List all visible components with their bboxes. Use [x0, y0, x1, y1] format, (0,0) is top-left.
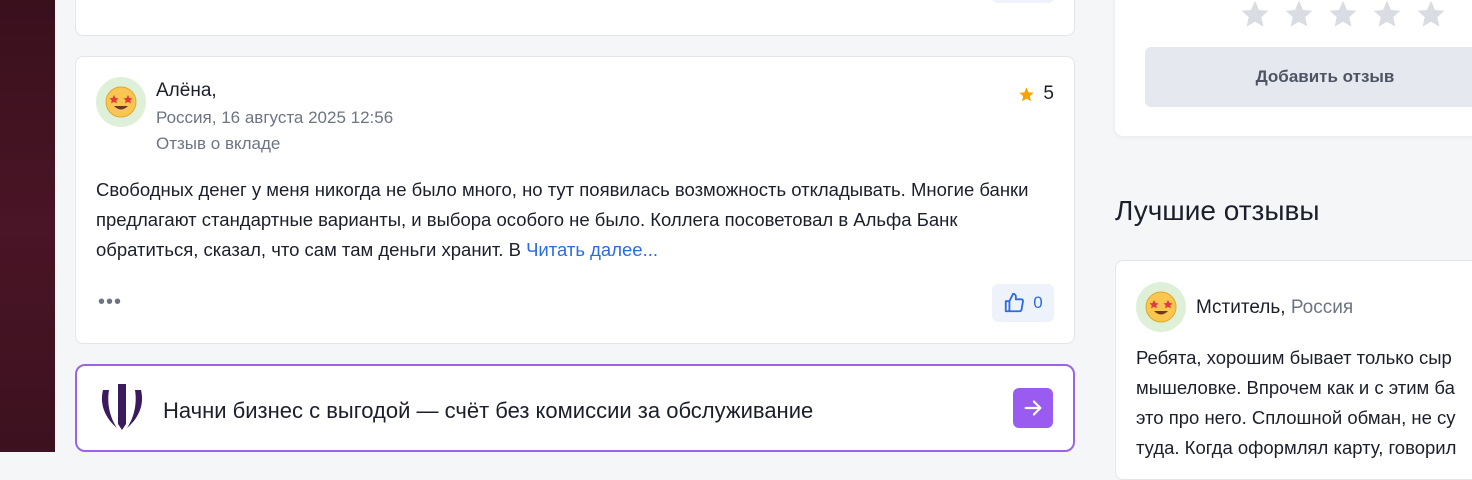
best-review-line: Ребята, хорошим бывает только сыр — [1136, 347, 1452, 368]
add-review-card: Добавить отзыв — [1115, 0, 1472, 136]
star-icon — [1373, 0, 1401, 27]
ad-arrow-button[interactable] — [1013, 388, 1053, 428]
ad-text: Начни бизнес с выгодой — счёт без комисс… — [163, 398, 814, 423]
avatar — [96, 77, 146, 127]
best-review-author: Мститель, Россия — [1196, 297, 1353, 319]
previous-review-card: 0 — [75, 0, 1075, 36]
brand-logo-icon — [99, 382, 145, 437]
star-struck-emoji-icon — [105, 86, 137, 118]
like-button[interactable]: 0 — [992, 0, 1054, 3]
review-meta: Россия, 16 августа 2025 12:56 — [156, 108, 394, 127]
avatar — [1136, 282, 1186, 332]
best-review-country: Россия — [1285, 297, 1354, 318]
best-reviews-title: Лучшие отзывы — [1115, 195, 1320, 226]
rating-value: 5 — [1043, 83, 1054, 104]
best-review-line: мышеловке. Впрочем как и с этим ба — [1136, 377, 1455, 398]
star-icon — [1329, 0, 1357, 27]
left-sidebar-background — [0, 0, 55, 452]
review-card: Алёна, Россия, 16 августа 2025 12:56 Отз… — [75, 56, 1075, 344]
star-icon — [1285, 0, 1313, 27]
review-subject: Отзыв о вкладе — [156, 134, 281, 153]
star-icon — [1417, 0, 1445, 27]
more-options-button[interactable]: ••• — [98, 291, 122, 314]
rating-input[interactable] — [1239, 0, 1447, 30]
read-more-link[interactable]: Читать далее... — [526, 239, 658, 260]
review-text: Свободных денег у меня никогда не было м… — [96, 175, 1056, 265]
add-review-button[interactable]: Добавить отзыв — [1145, 47, 1472, 107]
like-button[interactable]: 0 — [992, 284, 1054, 322]
star-struck-emoji-icon — [1145, 291, 1177, 323]
thumbs-up-icon — [1005, 292, 1025, 313]
star-icon — [1241, 0, 1269, 27]
ad-banner[interactable]: Начни бизнес с выгодой — счёт без комисс… — [75, 364, 1075, 452]
best-review-line: туда. Когда оформлял карту, говорил — [1136, 437, 1457, 458]
best-review-author-name: Мститель, — [1196, 297, 1286, 318]
star-icon — [1019, 86, 1035, 101]
best-review-card: Мститель, Россия Ребята, хорошим бывает … — [1115, 260, 1472, 480]
best-review-text: Ребята, хорошим бывает только сыр мышело… — [1136, 343, 1472, 463]
best-review-line: это про него. Сплошной обман, не су — [1136, 407, 1456, 428]
like-count: 0 — [1033, 293, 1043, 312]
arrow-right-icon — [1024, 400, 1042, 416]
review-author: Алёна, — [156, 80, 217, 101]
review-rating: 5 — [1018, 83, 1054, 105]
